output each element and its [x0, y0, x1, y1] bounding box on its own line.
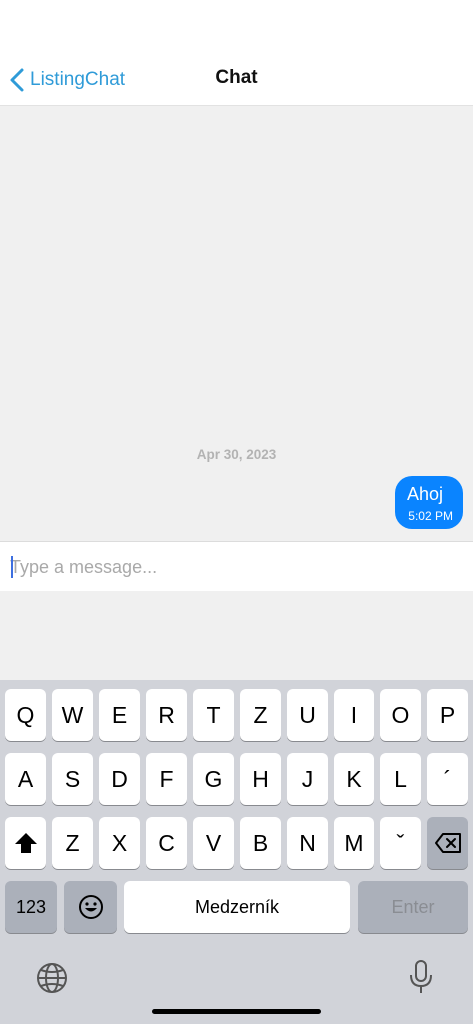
key-j[interactable]: J [287, 753, 328, 805]
text-caret [11, 556, 13, 578]
message-composer [0, 541, 473, 592]
language-switch-button[interactable] [35, 961, 69, 1000]
dictation-button[interactable] [406, 959, 436, 1000]
message-list[interactable]: Apr 30, 2023 Ahoj 5:02 PM [0, 106, 473, 541]
key-e[interactable]: E [99, 689, 140, 741]
key-s[interactable]: S [52, 753, 93, 805]
key-z-bottom[interactable]: Z [52, 817, 93, 869]
key-k[interactable]: K [334, 753, 374, 805]
key-g[interactable]: G [193, 753, 234, 805]
key-i[interactable]: I [334, 689, 374, 741]
emoji-key[interactable] [64, 881, 117, 933]
page-title: Chat [215, 67, 258, 88]
navigation-bar: ListingChat Chat [0, 55, 473, 106]
message-text: Ahoj [407, 484, 444, 504]
key-o[interactable]: O [380, 689, 421, 741]
key-b[interactable]: B [240, 817, 281, 869]
on-screen-keyboard: Q W E R T Z U I O P A S D F G H J K L ´ … [0, 680, 473, 1024]
backspace-icon [434, 833, 461, 853]
key-r[interactable]: R [146, 689, 187, 741]
shift-icon [14, 833, 37, 853]
numbers-key[interactable]: 123 [5, 881, 57, 933]
message-input[interactable] [10, 550, 460, 584]
key-m[interactable]: M [334, 817, 374, 869]
key-c[interactable]: C [146, 817, 187, 869]
shift-key[interactable] [5, 817, 46, 869]
key-x[interactable]: X [99, 817, 140, 869]
microphone-icon [410, 960, 432, 993]
key-v[interactable]: V [193, 817, 234, 869]
key-t[interactable]: T [193, 689, 234, 741]
composer-spacer [0, 591, 473, 680]
date-separator: Apr 30, 2023 [196, 447, 277, 462]
message-timestamp: 5:02 PM [408, 509, 453, 523]
key-l[interactable]: L [380, 753, 421, 805]
status-bar [0, 0, 473, 55]
key-w[interactable]: W [52, 689, 93, 741]
enter-key[interactable]: Enter [358, 881, 468, 933]
space-key[interactable]: Medzerník [124, 881, 350, 933]
key-caron[interactable]: ˇ [380, 817, 421, 869]
key-u[interactable]: U [287, 689, 328, 741]
key-f[interactable]: F [146, 753, 187, 805]
key-q[interactable]: Q [5, 689, 46, 741]
delete-key[interactable] [427, 817, 468, 869]
key-d[interactable]: D [99, 753, 140, 805]
outgoing-message-bubble[interactable]: Ahoj 5:02 PM [395, 476, 463, 529]
key-h[interactable]: H [240, 753, 281, 805]
key-n[interactable]: N [287, 817, 328, 869]
key-z[interactable]: Z [240, 689, 281, 741]
home-indicator [152, 1009, 321, 1014]
key-a[interactable]: A [5, 753, 46, 805]
globe-icon [37, 963, 67, 993]
emoji-icon [78, 895, 103, 919]
key-p[interactable]: P [427, 689, 468, 741]
key-acute-accent[interactable]: ´ [427, 753, 468, 805]
